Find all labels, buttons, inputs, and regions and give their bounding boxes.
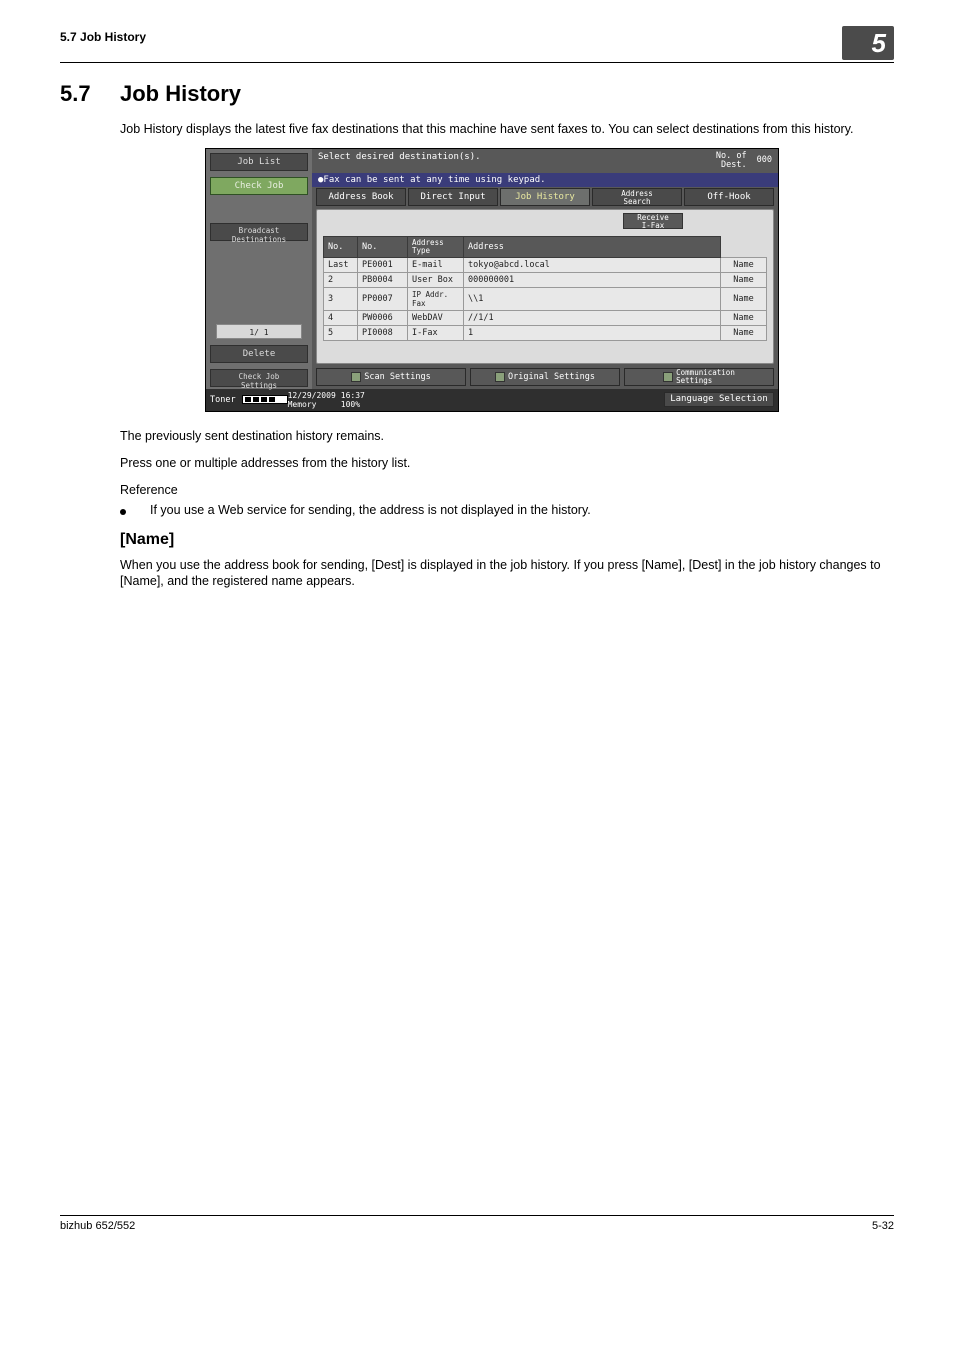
footer-right: 5-32 [872,1220,894,1232]
table-row[interactable]: 3PP0007IP Addr. Fax\\1Name [324,287,767,310]
th-no-b: No. [358,236,408,257]
name-button[interactable]: Name [721,287,767,310]
tab-address-book[interactable]: Address Book [316,188,406,206]
scan-settings-button[interactable]: Scan Settings [316,368,466,386]
page-indicator: 1/ 1 [216,324,302,339]
status-time: 16:37 [341,391,365,400]
bluebar-msg: ●Fax can be sent at any time using keypa… [312,173,778,187]
receive-ifax-button[interactable]: Receive I-Fax [623,213,683,229]
running-head: 5.7 Job History 5 [60,30,894,63]
header-msg: Select desired destination(s). [318,152,481,170]
th-address-type: Address Type [408,236,464,257]
reference-label: Reference [120,482,894,499]
reference-bullet: If you use a Web service for sending, th… [120,503,894,517]
status-memory-pct: 100% [341,400,365,409]
check-job-button[interactable]: Check Job [210,177,308,195]
scan-settings-icon [351,372,361,382]
toner-label: Toner [210,395,236,405]
broadcast-dest-button[interactable]: Broadcast Destinations [210,223,308,241]
delete-button[interactable]: Delete [210,345,308,363]
check-job-settings-button[interactable]: Check Job Settings [210,369,308,387]
running-head-text: 5.7 Job History [60,30,146,44]
th-address: Address [464,236,721,257]
table-row[interactable]: 5PI0008I-Fax1Name [324,325,767,340]
language-selection-button[interactable]: Language Selection [664,392,774,407]
original-settings-icon [495,372,505,382]
tab-off-hook[interactable]: Off-Hook [684,188,774,206]
table-row[interactable]: 2PB0004User Box000000001Name [324,272,767,287]
th-no-a: No. [324,236,358,257]
name-body: When you use the address book for sendin… [120,557,894,591]
status-memory-label: Memory [288,400,336,409]
embedded-screenshot: Job List Check Job Broadcast Destination… [205,148,779,412]
chapter-badge: 5 [842,26,894,60]
dest-count-value: 000 [757,156,772,165]
name-button[interactable]: Name [721,257,767,272]
history-table: No. No. Address Type Address LastPE0001E… [323,236,767,341]
table-row[interactable]: LastPE0001E-mailtokyo@abcd.localName [324,257,767,272]
table-row[interactable]: 4PW0006WebDAV//1/1Name [324,310,767,325]
original-settings-button[interactable]: Original Settings [470,368,620,386]
name-button[interactable]: Name [721,325,767,340]
dest-count-label: No. of Dest. [716,152,747,170]
name-subheading: [Name] [120,531,894,549]
section-number: 5.7 [60,81,120,107]
para-press-addr: Press one or multiple addresses from the… [120,455,894,472]
para-prev-dest: The previously sent destination history … [120,428,894,445]
status-date: 12/29/2009 [288,391,336,400]
communication-settings-icon [663,372,673,382]
tab-job-history[interactable]: Job History [500,188,590,206]
name-button[interactable]: Name [721,310,767,325]
tab-address-search[interactable]: Address Search [592,188,682,206]
bullet-icon [120,509,126,515]
footer-left: bizhub 652/552 [60,1220,135,1232]
name-button[interactable]: Name [721,272,767,287]
job-list-button[interactable]: Job List [210,153,308,171]
tab-direct-input[interactable]: Direct Input [408,188,498,206]
communication-settings-button[interactable]: Communication Settings [624,368,774,386]
section-title: Job History [120,81,241,107]
page-footer: bizhub 652/552 5-32 [60,1215,894,1232]
toner-gauge [242,395,288,404]
section-heading: 5.7 Job History [60,81,894,107]
intro-paragraph: Job History displays the latest five fax… [120,121,894,138]
